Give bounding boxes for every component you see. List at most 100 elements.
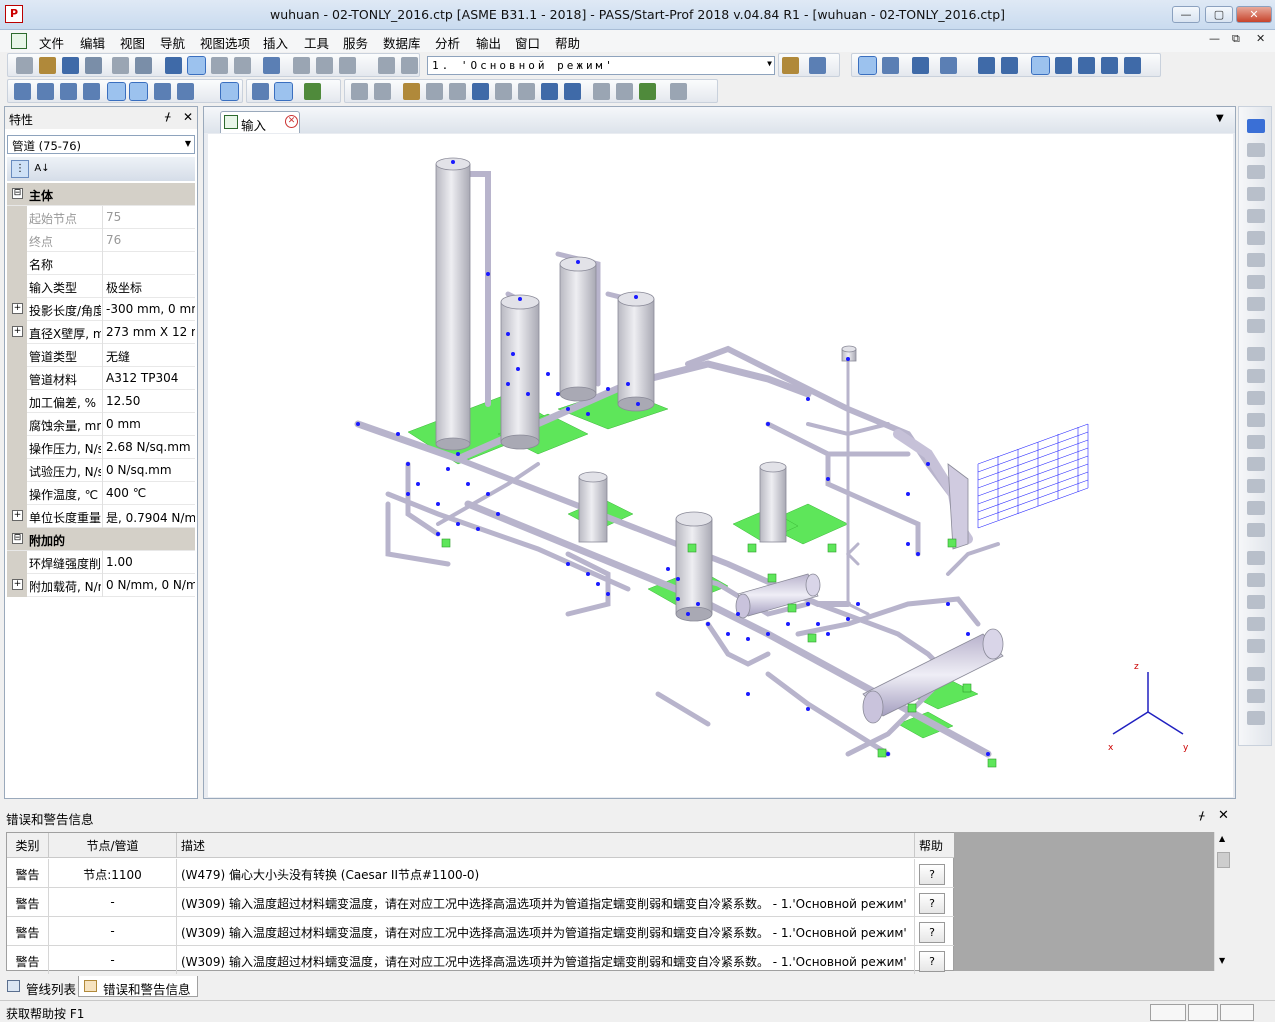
redo-icon[interactable] (401, 57, 418, 74)
close-button[interactable]: ✕ (1236, 6, 1272, 23)
bellows-icon[interactable] (1247, 319, 1265, 333)
property-row[interactable]: 操作压力, N/sq.mm2.68 N/sq.mm (7, 436, 195, 459)
property-row[interactable]: + 直径X壁厚, mm273 mm X 12 mm (7, 321, 195, 344)
restraint-icon[interactable] (426, 83, 443, 100)
column-header-description[interactable]: 描述 (177, 833, 915, 858)
save-as-icon[interactable] (85, 57, 102, 74)
property-value[interactable]: 273 mm X 12 mm (102, 321, 195, 344)
menu-help[interactable]: 帮助 (555, 33, 580, 52)
restraint-palette-icon[interactable] (1247, 391, 1265, 405)
gauge-palette-icon[interactable] (1247, 667, 1265, 681)
collapse-icon[interactable]: ⊟ (12, 188, 23, 199)
menu-file[interactable]: 文件 (39, 33, 64, 52)
nozzle-palette-icon[interactable] (1247, 551, 1265, 565)
property-value[interactable]: 75 (102, 206, 195, 229)
mdi-minimize-button[interactable]: — (1209, 32, 1220, 45)
pan-icon[interactable] (1055, 57, 1072, 74)
hanger-icon[interactable] (403, 83, 420, 100)
zoom-icon[interactable] (1078, 57, 1095, 74)
zoom-window-icon[interactable] (978, 57, 995, 74)
property-row[interactable]: + 投影长度/角度 -300 mm, 0 mm (7, 298, 195, 321)
select-cursor-icon[interactable] (1031, 56, 1050, 75)
pipe-run-icon[interactable] (107, 82, 126, 101)
branch-icon[interactable] (374, 83, 391, 100)
property-category[interactable]: ⊟ 附加的 (7, 528, 195, 551)
cut-icon[interactable] (293, 57, 310, 74)
3d-view-icon[interactable] (858, 56, 877, 75)
minimize-button[interactable]: — (1172, 6, 1200, 23)
error-row[interactable]: 警告 - (W309) 输入温度超过材料蠕变温度，请在对应工况中选择高温选项并为管道… (7, 917, 955, 946)
export-icon[interactable] (234, 57, 251, 74)
property-value[interactable]: 1.00 (102, 551, 195, 574)
valve-icon[interactable] (541, 83, 558, 100)
scroll-down-icon[interactable]: ▼ (1219, 956, 1225, 965)
run-analysis-icon[interactable] (782, 57, 799, 74)
cap-palette-icon[interactable] (1247, 209, 1265, 223)
property-value[interactable]: A312 TP304 (102, 367, 195, 390)
tab-errors[interactable]: 错误和警告信息 (78, 976, 198, 997)
paste-icon[interactable] (339, 57, 356, 74)
document-icon[interactable] (11, 33, 27, 49)
compressor-palette-icon[interactable] (1247, 617, 1265, 631)
property-value[interactable]: -300 mm, 0 mm (102, 298, 195, 321)
menu-view[interactable]: 视图 (120, 33, 145, 52)
property-value[interactable]: 0 mm (102, 413, 195, 436)
expand-icon[interactable]: + (12, 579, 23, 590)
help-context-icon[interactable] (809, 57, 826, 74)
property-row[interactable]: + 附加载荷, N/mm0 N/mm, 0 N/mm (7, 574, 195, 597)
scroll-thumb[interactable] (1217, 852, 1230, 868)
alphabetical-icon[interactable]: A↓ (33, 160, 51, 178)
property-value[interactable]: 400 ℃ (102, 482, 195, 505)
bend-palette-icon[interactable] (1247, 143, 1265, 157)
property-row[interactable]: 终点 76 (7, 229, 195, 252)
hanger-palette-icon[interactable] (1247, 413, 1265, 427)
property-row[interactable]: 腐蚀余量, mm 0 mm (7, 413, 195, 436)
load-case-select[interactable]: 1. 'Основной режим' ▼ (427, 56, 775, 75)
mdi-restore-button[interactable]: ⧉ (1232, 32, 1240, 46)
menu-view-options[interactable]: 视图选项 (200, 33, 250, 52)
projection-icon[interactable] (940, 57, 957, 74)
guide-icon[interactable] (449, 83, 466, 100)
property-value[interactable]: 是, 0.7904 N/mm (102, 505, 195, 528)
reducer-tool-icon[interactable] (83, 83, 100, 100)
menu-window[interactable]: 窗口 (515, 33, 540, 52)
menu-tools[interactable]: 工具 (304, 33, 329, 52)
stop-palette-icon[interactable] (1247, 523, 1265, 537)
plan-view-icon[interactable] (882, 57, 899, 74)
object-select[interactable]: 管道 (75-76) ▼ (7, 135, 195, 154)
property-category[interactable]: ⊟ 主体 (7, 183, 195, 206)
cone-palette-icon[interactable] (1247, 187, 1265, 201)
tab-input[interactable]: 输入 ✕ (220, 111, 300, 133)
print-icon[interactable] (135, 57, 152, 74)
column-header-node[interactable]: 节点/管道 (49, 833, 177, 858)
property-row[interactable]: 管道材料 A312 TP304 (7, 367, 195, 390)
valve-palette-icon[interactable] (1247, 275, 1265, 289)
3d-canvas[interactable]: z x y (208, 134, 1233, 797)
flange-tool-icon[interactable] (220, 82, 239, 101)
bend-tool-icon[interactable] (37, 83, 54, 100)
open-folder-icon[interactable] (39, 57, 56, 74)
flange-palette-icon[interactable] (1247, 253, 1265, 267)
help-button[interactable]: ? (919, 922, 945, 943)
close-icon[interactable]: ✕ (183, 110, 193, 124)
help-button[interactable]: ? (919, 893, 945, 914)
force-icon[interactable] (564, 83, 581, 100)
print-preview-icon[interactable] (112, 57, 129, 74)
move-element-icon[interactable] (274, 82, 293, 101)
split-tool-icon[interactable] (177, 83, 194, 100)
spring-palette-icon[interactable] (1247, 435, 1265, 449)
menu-service[interactable]: 服务 (343, 33, 368, 52)
column-header-help[interactable]: 帮助 (915, 833, 955, 858)
reducer-palette-icon[interactable] (1247, 165, 1265, 179)
menu-analysis[interactable]: 分析 (435, 33, 460, 52)
calculator-icon[interactable] (263, 57, 280, 74)
vessel-palette-icon[interactable] (1247, 573, 1265, 587)
save-icon[interactable] (62, 57, 79, 74)
input-view-icon[interactable] (187, 56, 206, 75)
undo-icon[interactable] (378, 57, 395, 74)
property-row[interactable]: 输入类型 极坐标 (7, 275, 195, 298)
property-value[interactable]: 0 N/mm, 0 N/mm (102, 574, 195, 597)
guide-palette-icon[interactable] (1247, 369, 1265, 383)
copy-element-icon[interactable] (252, 83, 269, 100)
expand-icon[interactable]: + (12, 303, 23, 314)
